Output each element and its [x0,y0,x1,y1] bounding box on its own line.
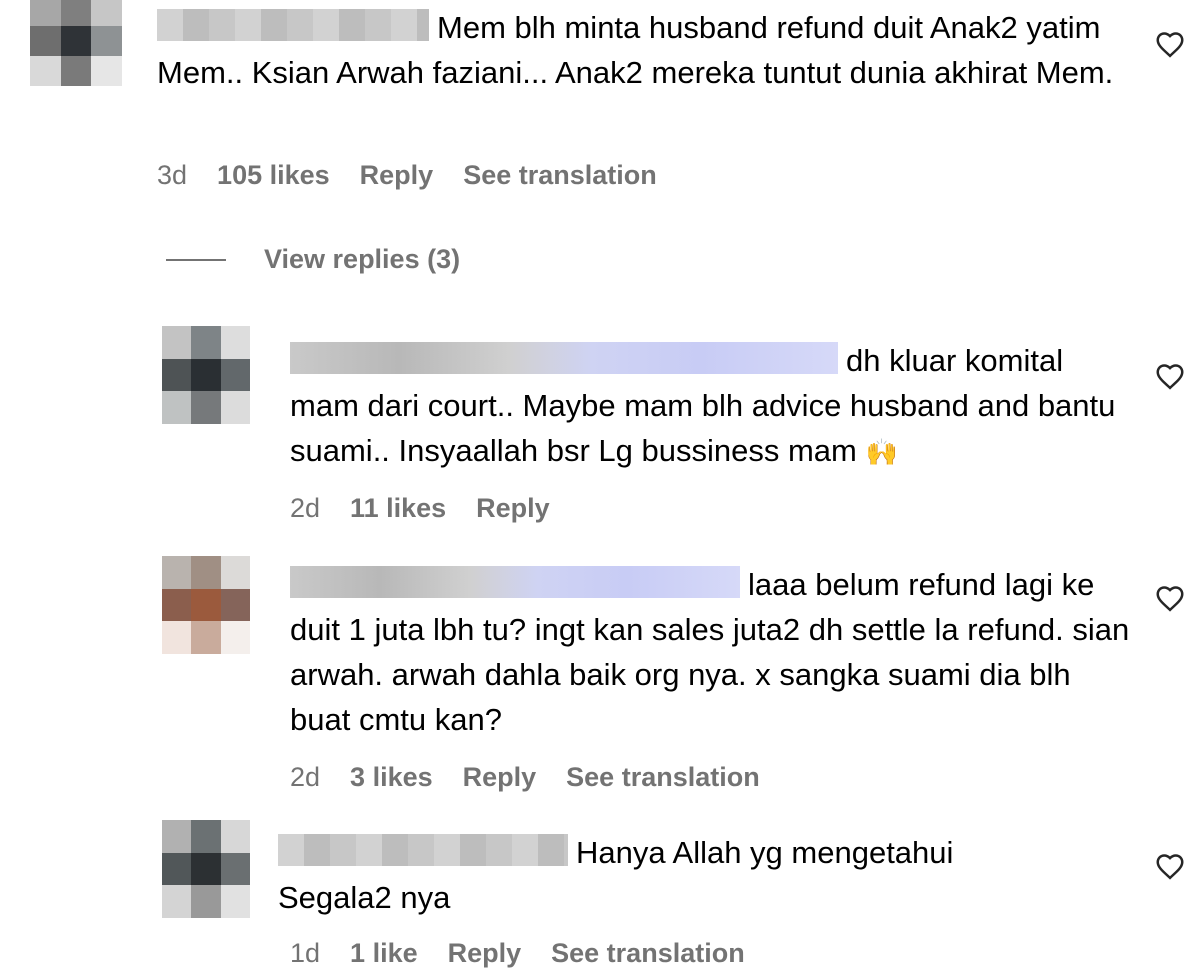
comment-time: 2d [290,762,321,792]
heart-outline-icon[interactable] [1155,30,1185,58]
avatar[interactable] [162,556,250,654]
heart-outline-icon[interactable] [1155,362,1185,390]
see-translation-button[interactable]: See translation [566,762,760,793]
reply-button[interactable]: Reply [448,938,522,969]
likes-count[interactable]: 105 likes [217,160,330,191]
likes-count[interactable]: 1 like [350,938,418,969]
comment-meta: 2d 3 likes Reply See translation [290,762,790,793]
avatar[interactable] [162,820,250,918]
comment-meta: 2d 11 likes Reply [290,493,580,524]
comment-text: laaa belum refund lagi ke duit 1 juta lb… [290,562,1130,742]
comment-time: 1d [290,938,321,968]
heart-outline-icon[interactable] [1155,584,1185,612]
avatar[interactable] [162,326,250,424]
comment-time: 2d [290,493,321,523]
reply-button[interactable]: Reply [476,493,550,524]
username[interactable] [290,342,838,374]
comment-text: Mem blh minta husband refund duit Anak2 … [157,5,1117,95]
see-translation-button[interactable]: See translation [551,938,745,969]
comment-meta: 3d 105 likes Reply See translation [157,160,687,191]
see-translation-button[interactable]: See translation [463,160,657,191]
comment-text: Hanya Allah yg mengetahui Segala2 nya [278,830,1038,920]
avatar[interactable] [30,0,122,86]
comment-text: dh kluar komital mam dari court.. Maybe … [290,338,1130,475]
view-replies-button[interactable]: View replies (3) [166,244,460,275]
reply-button[interactable]: Reply [360,160,434,191]
comment-time: 3d [157,160,188,190]
username[interactable] [290,566,740,598]
username[interactable] [157,9,429,41]
raising-hands-emoji: 🙌 [865,437,898,467]
view-replies-label: View replies (3) [264,244,461,274]
username[interactable] [278,834,568,866]
divider-line [166,258,226,261]
reply-button[interactable]: Reply [463,762,537,793]
likes-count[interactable]: 3 likes [350,762,433,793]
likes-count[interactable]: 11 likes [350,493,446,524]
heart-outline-icon[interactable] [1155,852,1185,880]
comment-meta: 1d 1 like Reply See translation [290,938,775,969]
